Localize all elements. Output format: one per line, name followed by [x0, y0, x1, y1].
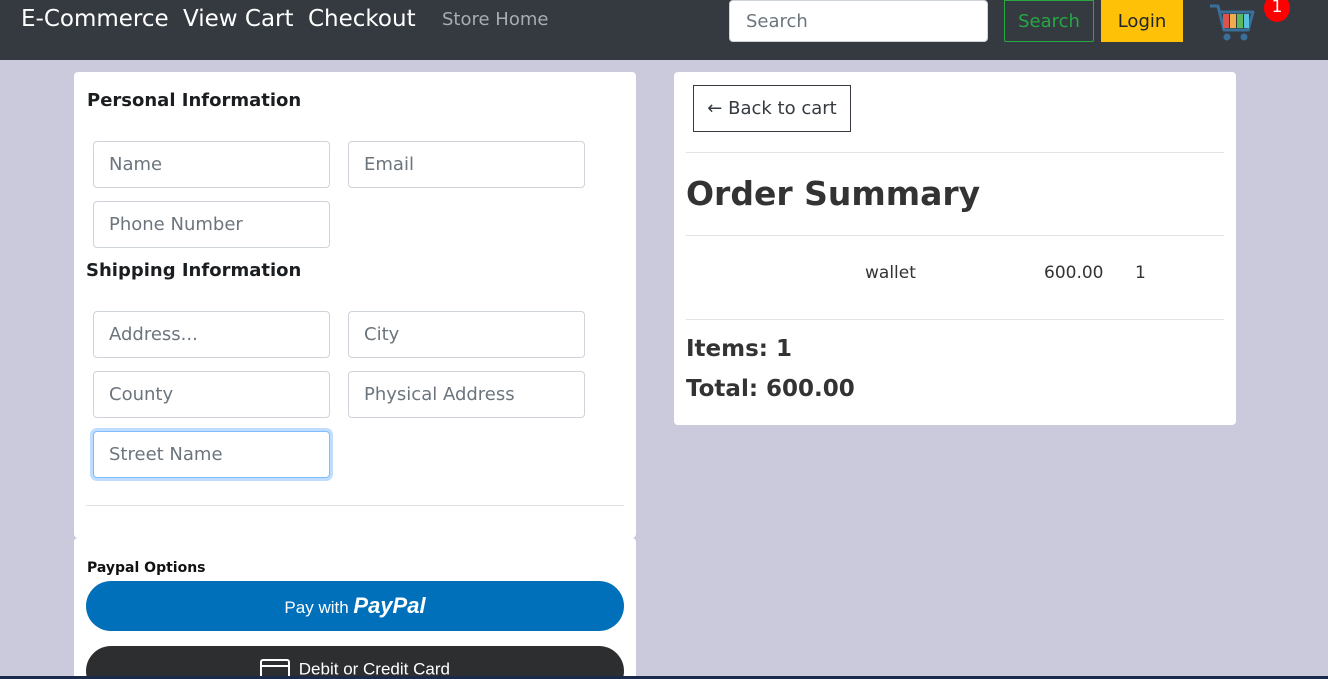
view-cart-link[interactable]: View Cart: [183, 6, 294, 32]
store-home-link[interactable]: Store Home: [442, 9, 548, 30]
search-button[interactable]: Search: [1004, 0, 1094, 42]
item-quantity: 1: [1135, 263, 1146, 283]
summary-divider-bottom: [686, 319, 1224, 320]
order-summary-title: Order Summary: [686, 174, 981, 213]
form-divider: [86, 505, 624, 506]
paypal-button[interactable]: Pay with PayPal: [86, 581, 624, 631]
paypal-options-title: Paypal Options: [87, 560, 206, 576]
address-field[interactable]: [93, 311, 330, 358]
physical-address-field[interactable]: [348, 371, 585, 418]
city-field[interactable]: [348, 311, 585, 358]
shopping-cart-icon[interactable]: [1208, 0, 1256, 44]
paypal-prefix: Pay with: [284, 598, 349, 617]
summary-divider-mid: [686, 235, 1224, 236]
phone-field[interactable]: [93, 201, 330, 248]
login-button[interactable]: Login: [1101, 0, 1183, 42]
navbar: E-Commerce View Cart Checkout Store Home…: [0, 0, 1328, 60]
checkout-form-card: Personal Information Shipping Informatio…: [74, 72, 636, 538]
item-name: wallet: [865, 263, 916, 283]
paypal-logo-text: PayPal: [353, 593, 426, 618]
order-summary-card: ← Back to cart Order Summary wallet 600.…: [674, 72, 1236, 425]
email-field[interactable]: [348, 141, 585, 188]
summary-divider-top: [686, 152, 1224, 153]
search-input[interactable]: [729, 0, 988, 42]
cart-count-badge: 1: [1264, 0, 1290, 22]
debit-credit-card-button[interactable]: Debit or Credit Card: [86, 646, 624, 679]
order-total: Total: 600.00: [686, 376, 855, 402]
county-field[interactable]: [93, 371, 330, 418]
brand-link[interactable]: E-Commerce: [21, 6, 169, 32]
checkout-link[interactable]: Checkout: [308, 6, 416, 32]
name-field[interactable]: [93, 141, 330, 188]
back-to-cart-button[interactable]: ← Back to cart: [693, 85, 851, 132]
item-price: 600.00: [1044, 263, 1104, 283]
street-name-field[interactable]: [93, 431, 330, 478]
payment-card: Paypal Options Pay with PayPal Debit or …: [74, 538, 636, 679]
shipping-info-title: Shipping Information: [86, 260, 302, 281]
items-count: Items: 1: [686, 336, 793, 362]
personal-info-title: Personal Information: [87, 90, 302, 111]
